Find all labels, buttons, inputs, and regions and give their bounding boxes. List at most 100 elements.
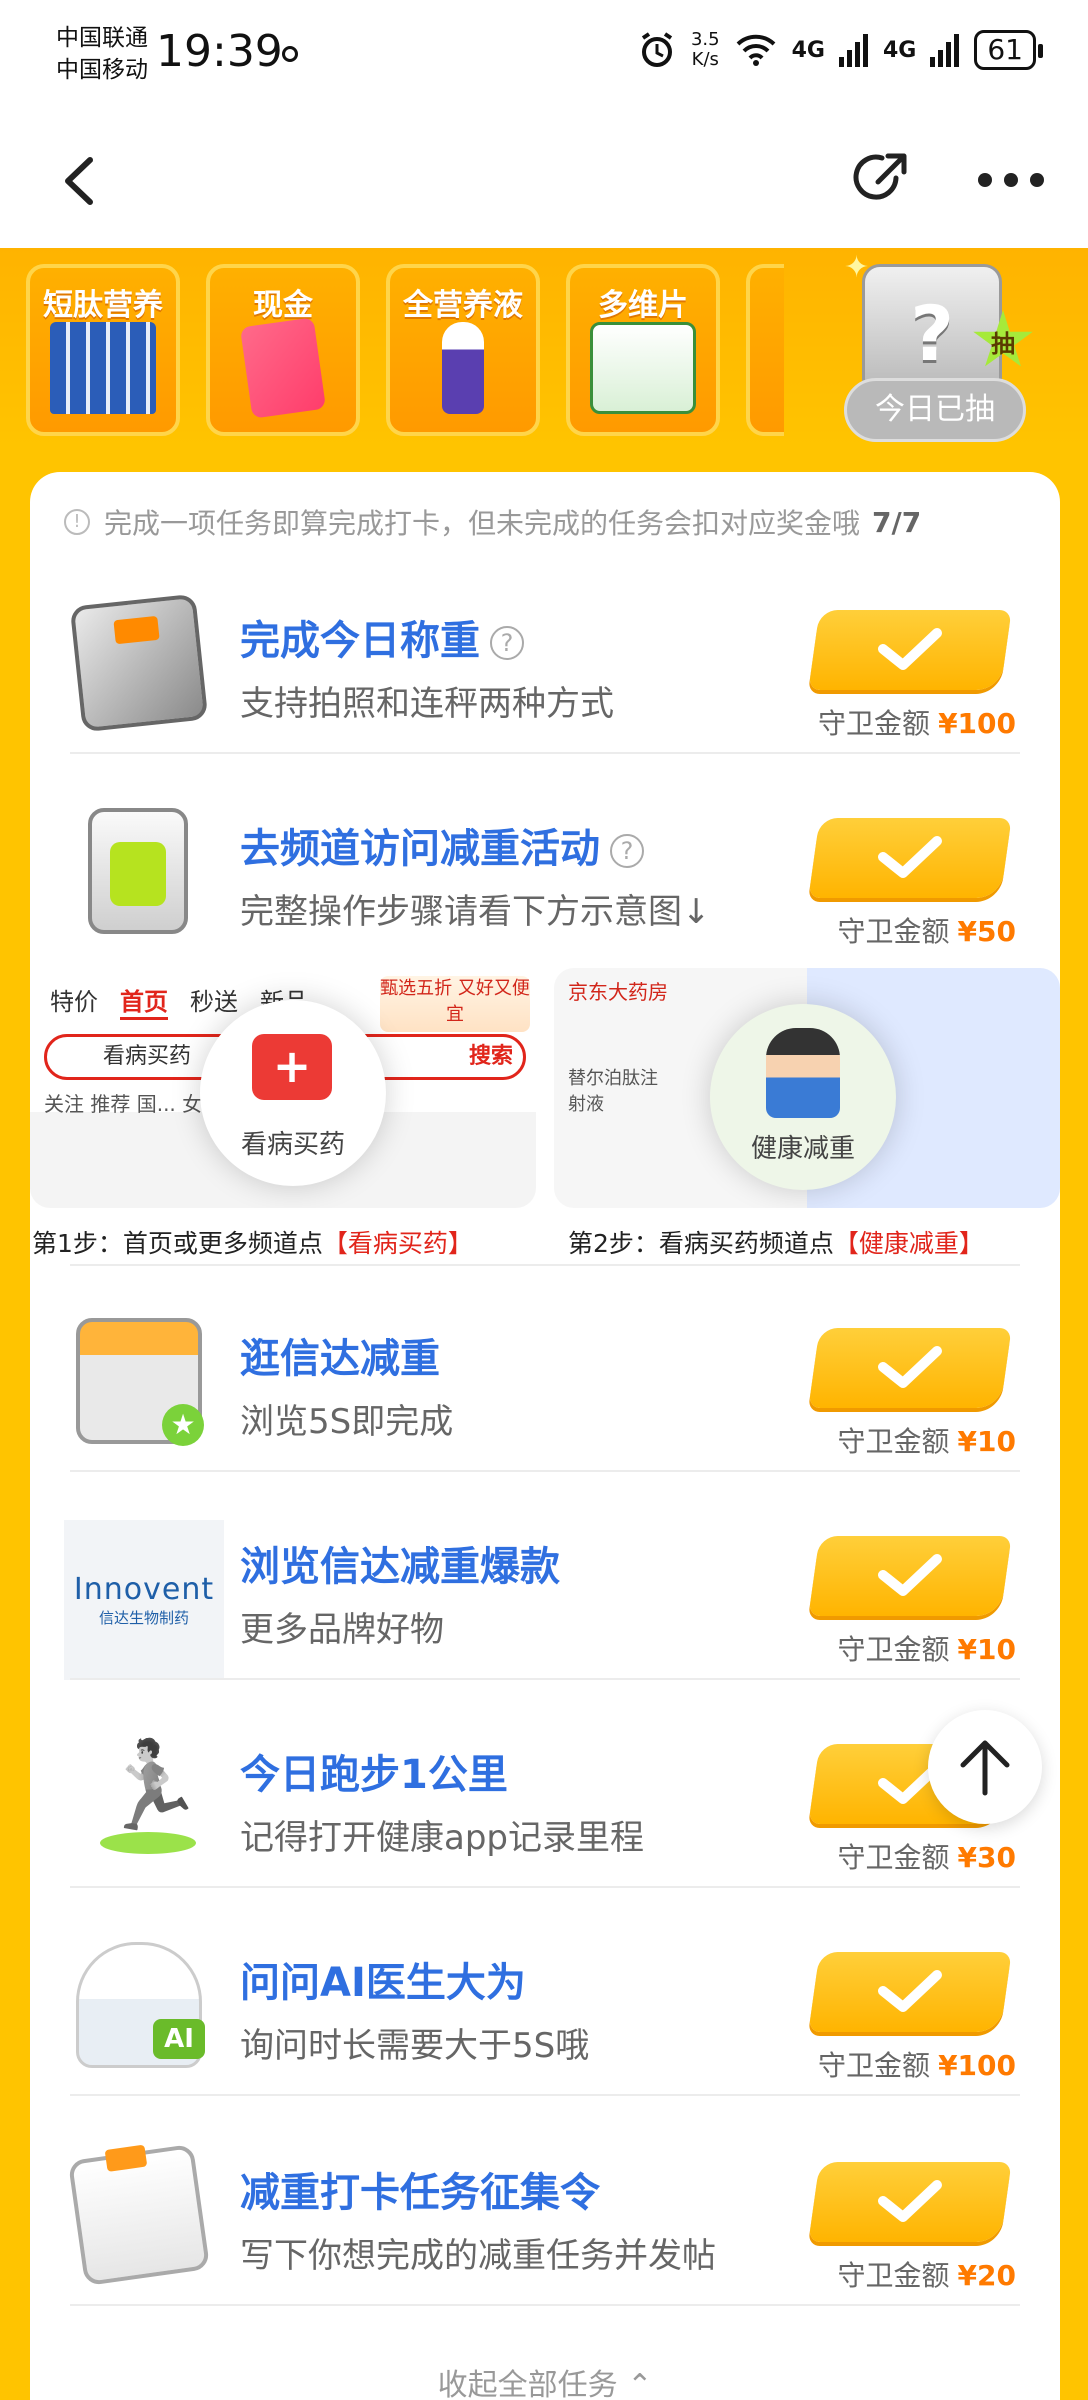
status-bar: 中国联通 中国移动 19:39 3.5 K/s 4G 4G 61 bbox=[0, 0, 1088, 112]
help-icon[interactable]: ? bbox=[490, 626, 524, 660]
status-clock: 19:39 bbox=[156, 26, 283, 77]
notepad-icon bbox=[67, 2143, 211, 2287]
medicine-kit-icon: + bbox=[252, 1034, 332, 1100]
net-speed-value: 3.5 bbox=[690, 29, 720, 50]
mystery-box[interactable]: ✦ ? 抽 今日已抽 bbox=[844, 250, 1034, 450]
reward-info: 守卫金额 ¥50 bbox=[837, 915, 1016, 948]
task-item[interactable]: 完成今日称重? 支持拍照和连秤两种方式 守卫金额 ¥100 bbox=[30, 554, 1060, 754]
check-icon bbox=[878, 836, 942, 878]
notification-dot-icon bbox=[282, 46, 298, 62]
task-subtitle: 浏览5S即完成 bbox=[240, 1402, 454, 1442]
shop-icon bbox=[76, 1318, 204, 1446]
task-item[interactable]: 去频道访问减重活动? 完整操作步骤请看下方示意图↓ 守卫金额 ¥50 bbox=[30, 762, 1060, 962]
share-icon[interactable] bbox=[848, 148, 912, 212]
task-title[interactable]: 浏览信达减重爆款 bbox=[240, 1534, 560, 1592]
cartoon-figure-icon bbox=[766, 1028, 840, 1118]
reward-amount: ¥100 bbox=[938, 707, 1016, 740]
reward-amount: ¥100 bbox=[938, 2049, 1016, 2082]
carrier-1: 中国联通 bbox=[56, 25, 148, 51]
signal-1-label: 4G bbox=[791, 37, 825, 63]
more-options-icon[interactable] bbox=[978, 168, 1044, 192]
task-item[interactable]: 今日跑步1公里 记得打开健康app记录里程 守卫金额¥30 bbox=[30, 1688, 1060, 1888]
task-done-button[interactable] bbox=[808, 1536, 1012, 1616]
reward-info: 守卫金额 ¥10 bbox=[837, 1425, 1016, 1458]
arrow-up-icon bbox=[960, 1740, 1010, 1796]
task-card: ! 完成一项任务即算完成打卡，但未完成的任务会扣对应奖金哦 7/7 完成今日称重… bbox=[30, 472, 1060, 2400]
scale-icon bbox=[69, 593, 209, 733]
task-item[interactable]: 减重打卡任务征集令 写下你想完成的减重任务并发帖 守卫金额 ¥20 bbox=[30, 2106, 1060, 2306]
reward-amount: ¥10 bbox=[957, 1633, 1016, 1666]
signal-bars-icon bbox=[838, 34, 868, 67]
wifi-icon bbox=[736, 34, 775, 66]
task-subtitle: 写下你想完成的减重任务并发帖 bbox=[240, 2236, 716, 2276]
task-item[interactable]: 问问AI医生大为 询问时长需要大于5S哦 守卫金额¥100 bbox=[30, 1896, 1060, 2096]
net-speed: 3.5 K/s bbox=[691, 30, 720, 70]
check-icon bbox=[878, 1346, 942, 1388]
divider bbox=[70, 2094, 1020, 2096]
logo-subtext: 信达生物制药 bbox=[98, 1609, 189, 1627]
divider bbox=[70, 1470, 1020, 1472]
task-done-button[interactable] bbox=[808, 1328, 1012, 1408]
nav-bar bbox=[0, 112, 1088, 248]
task-done-button[interactable] bbox=[808, 1952, 1012, 2032]
task-done-button[interactable] bbox=[808, 2162, 1012, 2242]
vitamin-box-icon bbox=[590, 322, 696, 414]
spotlight-medicine: + 看病买药 bbox=[200, 1000, 386, 1186]
prize-label: 现金 bbox=[253, 288, 313, 323]
status-icons: 3.5 K/s 4G 4G 61 bbox=[637, 30, 1043, 70]
back-to-top-button[interactable] bbox=[928, 1710, 1042, 1824]
back-chevron-icon[interactable] bbox=[58, 156, 102, 206]
guide-step1-screenshot: 特价 首页 秒送 新品 甄选五折 又好又便宜 看病买药 搜索 关注 推荐 国..… bbox=[30, 968, 536, 1208]
reward-info: 守卫金额 ¥20 bbox=[837, 2259, 1016, 2292]
prize-item-vitamin[interactable]: 多维片 bbox=[566, 264, 720, 436]
divider bbox=[70, 1886, 1020, 1888]
task-item[interactable]: Innovent 信达生物制药 浏览信达减重爆款 更多品牌好物 守卫金额 ¥10 bbox=[30, 1480, 1060, 1680]
innovent-logo-icon: Innovent 信达生物制药 bbox=[64, 1520, 224, 1680]
check-icon bbox=[878, 1970, 942, 2012]
clipboard-icon bbox=[88, 808, 188, 934]
prize-item-peptide[interactable]: 短肽营养 bbox=[26, 264, 180, 436]
spotlight-label: 看病买药 bbox=[240, 1130, 345, 1160]
task-title[interactable]: 逛信达减重 bbox=[240, 1326, 440, 1384]
task-item[interactable]: 逛信达减重 浏览5S即完成 守卫金额¥10 bbox=[30, 1272, 1060, 1472]
task-title[interactable]: 去频道访问减重活动? bbox=[240, 816, 644, 874]
red-envelope-icon bbox=[239, 317, 327, 419]
task-title[interactable]: 减重打卡任务征集令 bbox=[240, 2160, 600, 2218]
divider bbox=[70, 2304, 1020, 2306]
guide-step1-caption: 第1步：首页或更多频道点【看病买药】 bbox=[32, 1229, 473, 1258]
prize-item-partial[interactable]: 关 bbox=[746, 264, 784, 436]
ai-doctor-icon bbox=[76, 1942, 205, 2068]
drawn-today-button[interactable]: 今日已抽 bbox=[844, 378, 1026, 442]
guide-step2-caption: 第2步：看病买药频道点【健康减重】 bbox=[568, 1229, 984, 1258]
spotlight-label: 健康减重 bbox=[750, 1134, 855, 1164]
prize-item-cash[interactable]: 现金 bbox=[206, 264, 360, 436]
runner-icon bbox=[76, 1734, 202, 1860]
reward-amount: ¥20 bbox=[957, 2259, 1016, 2292]
signal-bars-2-icon bbox=[930, 34, 960, 67]
task-title[interactable]: 问问AI医生大为 bbox=[240, 1950, 526, 2008]
battery-indicator: 61 bbox=[974, 30, 1043, 70]
task-notice: ! 完成一项任务即算完成打卡，但未完成的任务会扣对应奖金哦 7/7 bbox=[64, 500, 1034, 544]
check-icon bbox=[878, 2180, 942, 2222]
task-title[interactable]: 完成今日称重? bbox=[240, 608, 524, 666]
carrier-names: 中国联通 中国移动 bbox=[56, 22, 148, 86]
task-done-button[interactable] bbox=[808, 610, 1012, 690]
help-icon[interactable]: ? bbox=[610, 834, 644, 868]
task-subtitle: 完整操作步骤请看下方示意图↓ bbox=[240, 892, 711, 932]
task-done-button[interactable] bbox=[808, 818, 1012, 898]
prize-label: 多维片 bbox=[598, 288, 688, 323]
prize-label: 短肽营养 bbox=[43, 288, 163, 323]
divider bbox=[70, 1264, 1020, 1266]
reward-info: 守卫金额 ¥30 bbox=[837, 1841, 1016, 1874]
reward-info: 守卫金额 ¥10 bbox=[837, 1633, 1016, 1666]
task-title[interactable]: 今日跑步1公里 bbox=[240, 1742, 508, 1800]
task-subtitle: 记得打开健康app记录里程 bbox=[240, 1818, 644, 1858]
collapse-tasks-link[interactable]: 收起全部任务 ⌃ bbox=[30, 2360, 1060, 2400]
reward-amount: ¥10 bbox=[957, 1425, 1016, 1458]
prize-item-nutrition[interactable]: 全营养液 bbox=[386, 264, 540, 436]
prize-strip[interactable]: 短肽营养 现金 全营养液 多维片 关 bbox=[26, 264, 784, 440]
prize-label: 关 bbox=[750, 280, 784, 324]
guide-header: 京东大药房 bbox=[568, 980, 668, 1004]
carrier-2: 中国移动 bbox=[56, 57, 148, 83]
signal-2-label: 4G bbox=[882, 37, 917, 63]
